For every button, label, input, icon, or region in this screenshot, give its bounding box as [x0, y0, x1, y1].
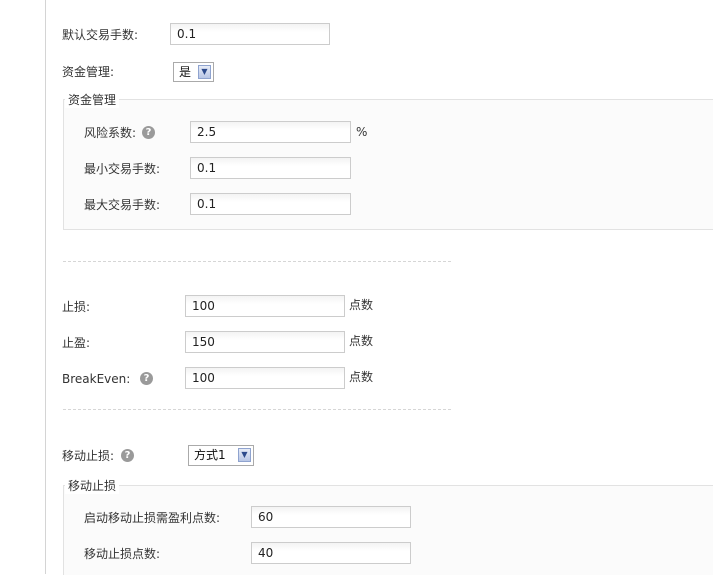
trailing-start-label: 启动移动止损需盈利点数:	[84, 511, 221, 525]
money-mgmt-legend: 资金管理	[65, 92, 120, 108]
risk-input[interactable]	[190, 121, 351, 143]
default-lots-input[interactable]	[170, 23, 330, 45]
risk-label: 风险系数:	[84, 126, 137, 140]
trailing-stop-label: 移动止损:	[62, 449, 115, 463]
break-even-label: BreakEven:	[62, 372, 131, 386]
money-mgmt-selected-value: 是	[179, 65, 192, 79]
trailing-points-label: 移动止损点数:	[84, 547, 161, 561]
trailing-mode-select[interactable]: 方式1 ▼	[188, 445, 254, 466]
left-panel-border	[45, 0, 46, 574]
trailing-start-input[interactable]	[251, 506, 411, 528]
section-divider	[63, 409, 451, 410]
help-icon[interactable]: ?	[142, 126, 155, 139]
help-icon[interactable]: ?	[121, 449, 134, 462]
break-even-input[interactable]	[185, 367, 345, 389]
chevron-down-icon: ▼	[198, 65, 211, 79]
section-divider	[63, 261, 451, 262]
stop-loss-label: 止损:	[62, 300, 91, 314]
max-lots-input[interactable]	[190, 193, 351, 215]
stop-loss-unit: 点数	[349, 298, 374, 312]
money-mgmt-label: 资金管理:	[62, 65, 115, 79]
min-lots-label: 最小交易手数:	[84, 162, 161, 176]
break-even-unit: 点数	[349, 370, 374, 384]
min-lots-input[interactable]	[190, 157, 351, 179]
money-mgmt-select[interactable]: 是 ▼	[173, 62, 214, 82]
stop-loss-input[interactable]	[185, 295, 345, 317]
trailing-mode-selected-value: 方式1	[194, 448, 226, 462]
trailing-points-input[interactable]	[251, 542, 411, 564]
chevron-down-icon: ▼	[238, 448, 251, 462]
default-lots-label: 默认交易手数:	[62, 28, 139, 42]
take-profit-unit: 点数	[349, 334, 374, 348]
risk-unit: %	[356, 125, 368, 139]
max-lots-label: 最大交易手数:	[84, 198, 161, 212]
help-icon[interactable]: ?	[140, 372, 153, 385]
take-profit-input[interactable]	[185, 331, 345, 353]
take-profit-label: 止盈:	[62, 336, 91, 350]
trailing-stop-legend: 移动止损	[65, 478, 120, 494]
money-mgmt-group	[63, 99, 713, 230]
